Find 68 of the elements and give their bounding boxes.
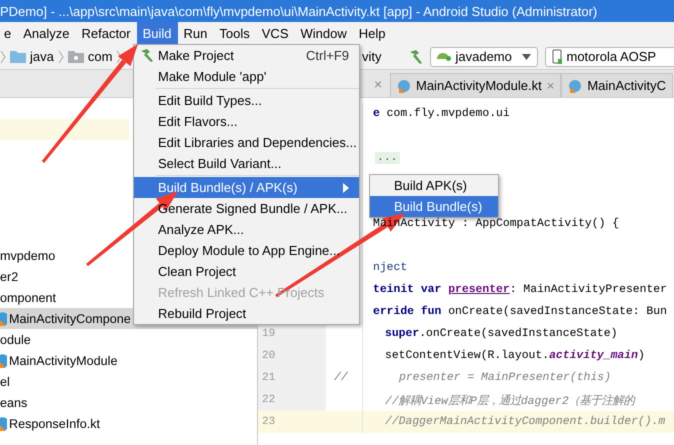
line-number: 23: [262, 416, 276, 428]
menu-item[interactable]: Make Project Ctrl+F9: [134, 45, 359, 66]
submenu-arrow-icon: [343, 182, 349, 192]
kotlin-file-icon: [0, 354, 7, 368]
line-number: 21: [262, 372, 276, 384]
run-config-dropdown[interactable]: javademo: [430, 46, 538, 66]
menu-item[interactable]: Select Build Variant...: [134, 153, 359, 174]
menu-item[interactable]: Edit Build Types...: [134, 90, 359, 111]
menu-item[interactable]: Window: [294, 22, 353, 44]
line-number: 22: [262, 394, 276, 406]
code-line: nject: [373, 262, 408, 274]
menu-item[interactable]: Make Module 'app': [134, 66, 359, 87]
line-marker: //: [334, 372, 348, 384]
menu-item[interactable]: Build Bundle(s) / APK(s): [134, 177, 359, 198]
line-number: 19: [262, 328, 276, 340]
hammer-icon[interactable]: [408, 48, 424, 64]
menu-item[interactable]: Clean Project: [134, 261, 359, 282]
code-line: //解耦View层和P层，通过dagger2（基于注解的: [385, 394, 635, 408]
tree-item[interactable]: el: [0, 371, 257, 392]
menu-item[interactable]: Analyze APK...: [134, 219, 359, 240]
kotlin-class-icon: [568, 78, 582, 92]
kotlin-file-icon: [0, 416, 7, 430]
code-line: presenter = MainPresenter(this): [399, 372, 611, 384]
breadcrumb-item[interactable]: java: [30, 49, 54, 64]
menu-item[interactable]: Build APK(s): [370, 175, 498, 196]
menu-item[interactable]: Edit Flavors...: [134, 111, 359, 132]
menu-item[interactable]: e: [0, 22, 18, 44]
code-line: super.onCreate(savedInstanceState): [385, 328, 618, 340]
code-line: erride fun onCreate(savedInstanceState: Bun: [373, 306, 667, 318]
chevron-icon: [58, 48, 64, 64]
menu-item[interactable]: Refactor: [75, 22, 137, 44]
android-icon: [436, 52, 450, 61]
chevron-icon: [0, 48, 6, 64]
kotlin-class-icon: [397, 78, 411, 92]
folder-icon: [68, 50, 84, 63]
phone-icon: [552, 49, 562, 64]
device-dropdown[interactable]: motorola AOSP: [544, 46, 674, 66]
tree-item[interactable]: MainActivityModule: [0, 350, 257, 371]
folded-code[interactable]: ...: [375, 152, 400, 164]
menu-item[interactable]: Build Bundle(s): [370, 196, 498, 217]
code-line: //DaggerMainActivityComponent.builder().m: [385, 416, 666, 428]
editor-tab[interactable]: MainActivityC: [561, 73, 674, 97]
menu-item[interactable]: Generate Signed Bundle / APK...: [134, 198, 359, 219]
kotlin-file-icon: [0, 312, 7, 326]
menu-item[interactable]: Run: [178, 22, 214, 44]
code-line: setContentView(R.layout.activity_main): [385, 350, 645, 362]
code-line: e com.fly.mvpdemo.ui: [373, 108, 510, 120]
window-title: PDemo] - ...\app\src\main\java\com\fly\mvpdemo\ui\MainActivity.kt [app] - Android Studio (Administrator): [0, 4, 598, 18]
breadcrumb-item[interactable]: com: [88, 49, 112, 64]
editor-tab[interactable]: MainActivityModule.kt ×: [390, 73, 562, 97]
code-line: teinit var presenter: MainActivityPresenter: [373, 284, 667, 296]
menu-item[interactable]: Edit Libraries and Dependencies...: [134, 132, 359, 153]
menu-item[interactable]: Deploy Module to App Engine...: [134, 240, 359, 261]
hammer-icon: [140, 48, 155, 63]
menu-item[interactable]: Help: [352, 22, 392, 44]
chevron-icon: [116, 48, 122, 64]
menu-item[interactable]: Tools: [213, 22, 256, 44]
folder-icon: [10, 50, 26, 63]
tree-item[interactable]: eans: [0, 392, 257, 413]
menu-item[interactable]: VCS: [256, 22, 294, 44]
shortcut-label: Ctrl+F9: [306, 48, 349, 63]
line-number: 20: [262, 350, 276, 362]
breadcrumb-item[interactable]: vity: [362, 49, 382, 64]
caret-icon: [522, 54, 530, 60]
tree-item[interactable]: odule: [0, 329, 257, 350]
menu-item[interactable]: Analyze: [17, 22, 76, 44]
menu-item[interactable]: Build: [136, 22, 178, 44]
tree-item[interactable]: ResponseInfo.kt: [0, 413, 257, 434]
